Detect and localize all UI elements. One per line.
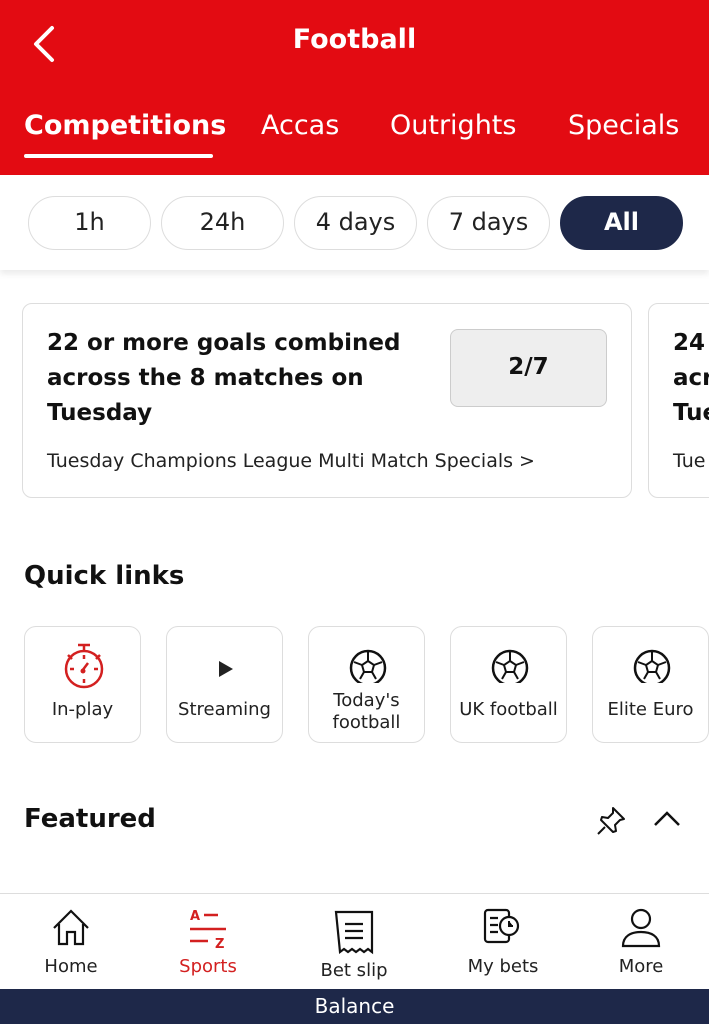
competition-link[interactable]: Tuesday Champions League Multi Match Spe… (47, 450, 535, 472)
nav-label: More (618, 956, 664, 977)
nav-home[interactable]: Home (11, 894, 131, 990)
bet-title: 22 or more goals combined across the 8 m… (47, 330, 401, 426)
quick-link-streaming[interactable]: Streaming (166, 626, 283, 743)
tab-accas[interactable]: Accas (261, 110, 339, 141)
nav-label: Sports (179, 956, 237, 977)
quick-link-in-play[interactable]: In-play (24, 626, 141, 743)
nav-bet-slip[interactable]: Bet slip (294, 894, 414, 990)
football-icon (349, 649, 387, 683)
tile-label: Today's football (332, 690, 401, 733)
nav-label: Home (44, 956, 98, 977)
filter-4-days[interactable]: 4 days (294, 196, 417, 250)
tile-label: Streaming (178, 699, 271, 720)
tile-label: UK football (459, 699, 558, 720)
nav-my-bets[interactable]: My bets (443, 894, 563, 990)
tab-specials[interactable]: Specials (568, 110, 679, 141)
football-icon (491, 649, 529, 683)
tab-competitions[interactable]: Competitions (24, 110, 226, 141)
tile-label: Elite Euro (607, 699, 694, 720)
tab-outrights[interactable]: Outrights (390, 110, 516, 141)
nav-label: My bets (467, 956, 539, 977)
time-filter-bar: 1h 24h 4 days 7 days All (0, 175, 709, 270)
nav-sports[interactable]: AZ Sports (148, 894, 268, 990)
app-header: Football Competitions Accas Outrights Sp… (0, 0, 709, 175)
page-title: Football (292, 24, 417, 55)
odds-button[interactable]: 2/7 (450, 329, 607, 407)
filter-7-days[interactable]: 7 days (427, 196, 550, 250)
home-icon (53, 909, 89, 946)
filter-1h[interactable]: 1h (28, 196, 151, 250)
receipt-icon (334, 910, 374, 955)
balance-bar[interactable]: Balance (0, 989, 709, 1024)
competition-link[interactable]: Tue (673, 450, 705, 472)
chevron-up-icon[interactable] (652, 808, 682, 830)
quick-links-heading: Quick links (24, 561, 185, 591)
bet-title: 24 acr Tue (673, 330, 709, 426)
football-icon (633, 649, 671, 683)
quick-link-uk-football[interactable]: UK football (450, 626, 567, 743)
special-bet-card[interactable]: 24 acr Tue Tue (648, 303, 709, 498)
nav-label: Bet slip (320, 960, 388, 981)
filter-all[interactable]: All (560, 196, 683, 250)
my-bets-icon (483, 908, 520, 944)
user-icon (621, 908, 661, 948)
tile-label: In-play (51, 699, 114, 720)
quick-link-todays-football[interactable]: Today's football (308, 626, 425, 743)
nav-more[interactable]: More (581, 894, 701, 990)
special-bet-card[interactable]: 22 or more goals combined across the 8 m… (22, 303, 632, 498)
play-icon (219, 661, 233, 677)
quick-link-elite-euro[interactable]: Elite Euro (592, 626, 709, 743)
stopwatch-icon (64, 643, 104, 689)
active-tab-indicator (24, 154, 213, 158)
filter-24h[interactable]: 24h (161, 196, 284, 250)
featured-heading: Featured (24, 804, 156, 834)
pin-icon[interactable] (595, 805, 627, 837)
svg-text:Z: Z (215, 937, 224, 950)
a-z-sports-icon: AZ (190, 909, 226, 950)
svg-text:A: A (190, 909, 200, 924)
bottom-nav: Home AZ Sports Bet slip My bets More (0, 893, 709, 989)
